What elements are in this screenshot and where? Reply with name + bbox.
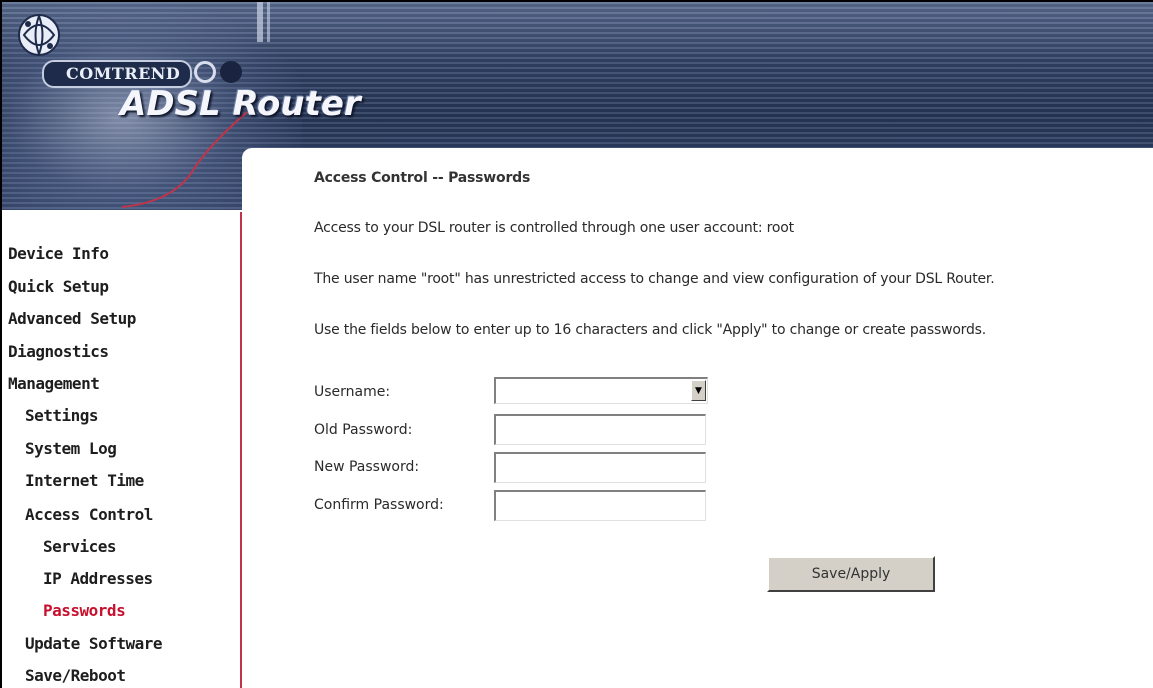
product-title: ADSL Router <box>120 84 361 124</box>
confirm-password-field[interactable] <box>496 492 705 520</box>
save-apply-button[interactable]: Save/Apply <box>767 556 935 592</box>
old-password-field[interactable] <box>496 416 705 444</box>
new-password-field-wrapper <box>494 452 706 483</box>
sidebar-item-services[interactable]: Services <box>43 537 117 556</box>
sidebar-item-system-log[interactable]: System Log <box>25 439 117 458</box>
description-line-3: Use the fields below to enter up to 16 c… <box>314 322 987 338</box>
sidebar-item-advanced-setup[interactable]: Advanced Setup <box>8 309 136 328</box>
new-password-label: New Password: <box>314 459 420 475</box>
sidebar-item-device-info[interactable]: Device Info <box>8 244 109 263</box>
description-line-2: The user name "root" has unrestricted ac… <box>314 271 995 287</box>
sidebar-item-ip-addresses[interactable]: IP Addresses <box>43 569 153 588</box>
sidebar-item-quick-setup[interactable]: Quick Setup <box>8 277 109 296</box>
logo-dot-icon <box>220 61 242 83</box>
confirm-password-field-wrapper <box>494 490 706 521</box>
sidebar-item-management[interactable]: Management <box>8 374 100 393</box>
sidebar-item-update-software[interactable]: Update Software <box>25 634 163 653</box>
chevron-down-icon[interactable]: ▼ <box>691 380 706 401</box>
sidebar-item-save-reboot[interactable]: Save/Reboot <box>25 666 126 685</box>
logo-ring-icon <box>194 61 216 83</box>
old-password-field-wrapper <box>494 414 706 445</box>
confirm-password-label: Confirm Password: <box>314 497 444 513</box>
sidebar-item-internet-time[interactable]: Internet Time <box>25 471 144 490</box>
old-password-label: Old Password: <box>314 422 413 438</box>
page-title: Access Control -- Passwords <box>314 170 531 186</box>
comtrend-logo-icon <box>18 14 60 56</box>
sidebar-item-settings[interactable]: Settings <box>25 406 99 425</box>
sidebar-item-diagnostics[interactable]: Diagnostics <box>8 342 109 361</box>
description-line-1: Access to your DSL router is controlled … <box>314 220 794 236</box>
banner-decoration <box>257 2 263 42</box>
username-label: Username: <box>314 384 391 400</box>
banner-decoration <box>267 2 270 42</box>
sidebar-item-passwords[interactable]: Passwords <box>43 601 126 620</box>
new-password-field[interactable] <box>496 454 705 482</box>
sidebar-item-access-control[interactable]: Access Control <box>25 505 153 524</box>
username-select[interactable]: ▼ <box>494 377 708 404</box>
